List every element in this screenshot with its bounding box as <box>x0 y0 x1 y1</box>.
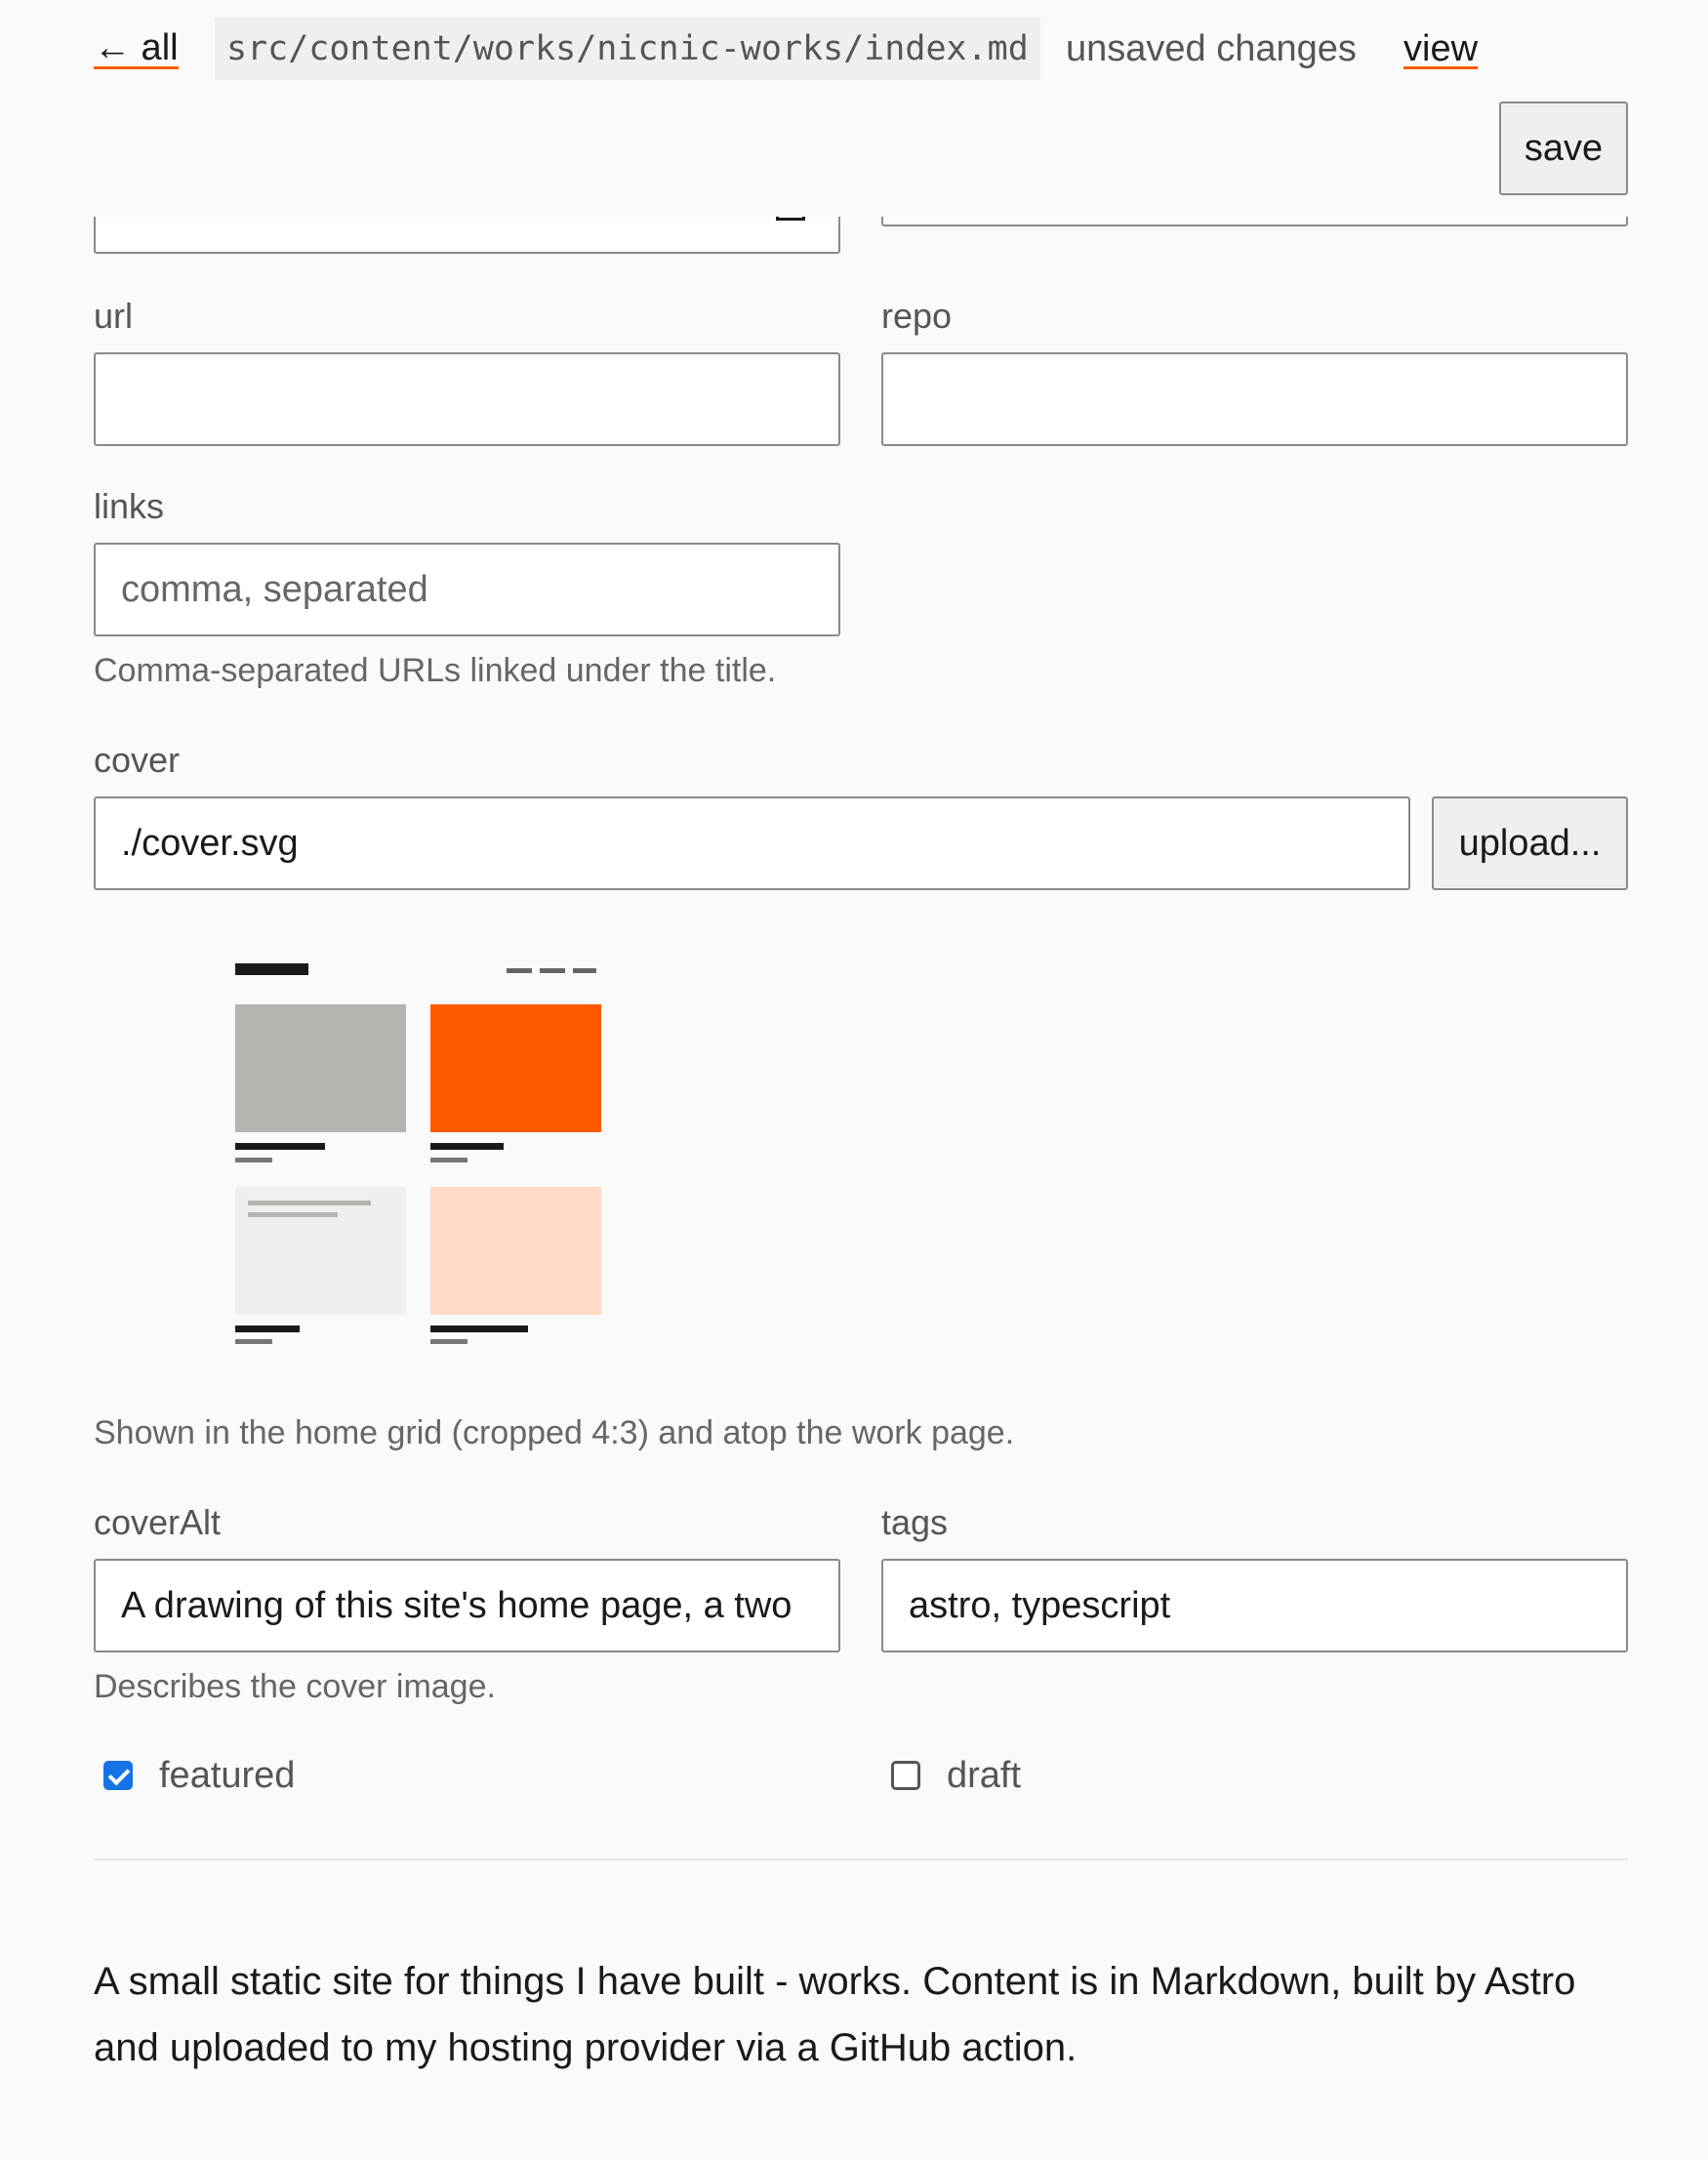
view-link[interactable]: view <box>1403 23 1479 69</box>
editor-toolbar: ← all src/content/works/nicnic-works/ind… <box>0 0 1708 217</box>
coveralt-hint: Describes the cover image. <box>94 1668 496 1705</box>
draft-label[interactable]: draft <box>947 1754 1021 1797</box>
repo-input[interactable] <box>881 352 1628 446</box>
links-label: links <box>94 486 165 526</box>
cover-preview-image <box>235 963 601 1344</box>
upload-button[interactable]: upload... <box>1432 796 1628 890</box>
cover-hint: Shown in the home grid (cropped 4:3) and… <box>94 1414 1015 1451</box>
body-content[interactable]: A small static site for things I have bu… <box>94 1948 1636 2081</box>
coveralt-label: coverAlt <box>94 1502 222 1542</box>
unsaved-status: unsaved changes <box>1066 28 1357 69</box>
featured-label[interactable]: featured <box>159 1754 295 1797</box>
divider <box>94 1858 1628 1860</box>
cover-caption-line <box>430 1143 504 1150</box>
back-to-all-link[interactable]: ← all <box>94 21 179 69</box>
tags-label: tags <box>881 1502 949 1542</box>
links-hint: Comma-separated URLs linked under the ti… <box>94 652 777 689</box>
url-label: url <box>94 296 134 336</box>
cover-label: cover <box>94 740 181 780</box>
cover-tile-light <box>235 1187 406 1315</box>
cover-tile-text-line <box>248 1212 338 1217</box>
cover-caption-sub <box>430 1158 468 1162</box>
save-button[interactable]: save <box>1499 102 1628 195</box>
cover-logo-bar <box>235 963 308 975</box>
url-input[interactable] <box>94 352 840 446</box>
cover-nav-dash <box>507 968 532 973</box>
file-path: src/content/works/nicnic-works/index.md <box>215 18 1040 80</box>
cover-tile-text-line <box>248 1201 371 1205</box>
links-input[interactable] <box>94 543 840 636</box>
cover-input[interactable] <box>94 796 1410 890</box>
cover-nav-dash <box>573 968 596 973</box>
cover-caption-line <box>235 1325 300 1332</box>
cover-caption-line <box>235 1143 325 1150</box>
cover-caption-sub <box>235 1339 272 1344</box>
tags-input[interactable] <box>881 1559 1628 1652</box>
repo-label: repo <box>881 296 953 336</box>
cover-caption-line <box>430 1325 528 1332</box>
editor-page: ← all src/content/works/nicnic-works/ind… <box>0 0 1708 2161</box>
cover-caption-sub <box>430 1339 468 1344</box>
featured-checkbox[interactable] <box>103 1761 133 1790</box>
cover-tile-peach <box>430 1187 601 1315</box>
draft-checkbox[interactable] <box>891 1761 920 1790</box>
cover-caption-sub <box>235 1158 272 1162</box>
cover-tile-orange <box>430 1004 601 1132</box>
cover-nav-dash <box>540 968 565 973</box>
cover-tile-gray <box>235 1004 406 1132</box>
coveralt-input[interactable] <box>94 1559 840 1652</box>
